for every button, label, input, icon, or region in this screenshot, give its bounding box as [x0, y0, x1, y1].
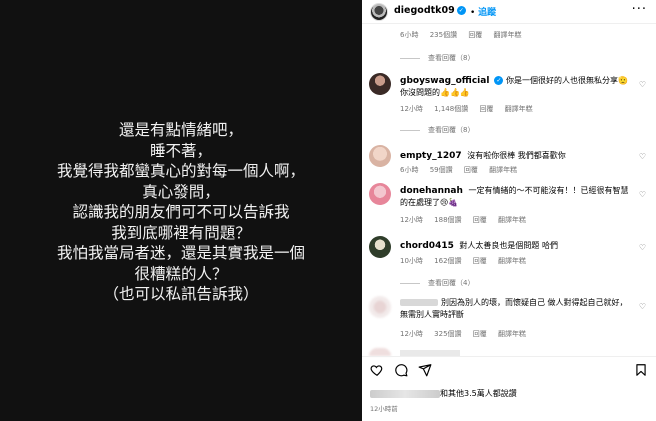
view-replies-label[interactable]: 查看回覆（8）	[428, 54, 474, 62]
comment-likes[interactable]: 325個讚	[434, 330, 461, 338]
translate-button[interactable]: 翻譯年糕	[489, 166, 517, 174]
heart-icon[interactable]	[370, 363, 384, 377]
follow-button[interactable]: • 追蹤	[470, 5, 496, 18]
action-bar	[362, 356, 656, 380]
comment-icon[interactable]	[394, 363, 408, 377]
reply-button[interactable]: 回覆	[468, 31, 482, 39]
comment-meta: 6小時 59個讚 回覆 翻譯年糕	[400, 165, 526, 175]
comment-panel: diegodtk09 ✓ • 追蹤 ··· 6小時 235個讚 回覆 翻譯年糕 查…	[362, 0, 656, 421]
comment-username[interactable]: empty_1207	[400, 151, 462, 161]
view-replies-button[interactable]: 查看回覆（4）	[400, 278, 474, 288]
verified-icon: ✓	[456, 6, 466, 15]
like-comment-icon[interactable]: ♡	[639, 302, 646, 311]
view-replies-button[interactable]: 查看回覆（8）	[400, 53, 474, 63]
translate-button[interactable]: 翻譯年糕	[498, 216, 526, 224]
comment-likes[interactable]: 188個讚	[434, 216, 461, 224]
likes-summary-text[interactable]: 和其他3.5萬人都說讚	[440, 389, 517, 398]
comment-time: 12小時	[400, 330, 423, 338]
blurred-liker-names	[370, 389, 440, 398]
comment-likes[interactable]: 59個讚	[430, 166, 453, 174]
post-line: 很糟糕的人？	[134, 264, 228, 283]
follow-label[interactable]: 追蹤	[478, 8, 496, 18]
comment-body: chord0415 對人太善良也是個問題 哈們	[400, 240, 632, 252]
comment-time: 6小時	[400, 31, 419, 39]
comment-body: empty_1207 沒有啦你很棒 我們都喜歡你	[400, 150, 632, 162]
comment-time: 12小時	[400, 216, 423, 224]
post-image: 還是有點情緒吧， 睡不著， 我覺得我都蠻真心的對每一個人啊， 真心發問， 認識我…	[0, 0, 362, 421]
avatar[interactable]	[369, 296, 391, 318]
more-options-icon[interactable]: ···	[632, 2, 647, 17]
avatar	[369, 348, 391, 356]
comment-likes[interactable]: 235個讚	[430, 31, 457, 39]
reply-button[interactable]: 回覆	[464, 166, 478, 174]
comment-meta: 12小時 188個讚 回覆 翻譯年糕	[400, 215, 535, 225]
avatar[interactable]	[369, 73, 391, 95]
blurred-username	[400, 299, 438, 306]
post-caption-text: 還是有點情緒吧， 睡不著， 我覺得我都蠻真心的對每一個人啊， 真心發問， 認識我…	[57, 120, 305, 305]
post-line: 我覺得我都蠻真心的對每一個人啊，	[56, 162, 305, 181]
view-replies-label[interactable]: 查看回覆（8）	[428, 126, 474, 134]
divider	[400, 282, 420, 284]
view-replies-button[interactable]: 查看回覆（8）	[400, 125, 474, 135]
comment-body: donehannah 一定有情緒的～不可能沒有！！已經很有智慧的在處理了😢🍇	[400, 185, 632, 209]
comment-time: 12小時	[400, 105, 423, 113]
post-header: diegodtk09 ✓ • 追蹤 ···	[362, 0, 656, 24]
like-comment-icon[interactable]: ♡	[639, 243, 646, 252]
comment-username[interactable]: chord0415	[400, 241, 454, 251]
comment-meta: 12小時 325個讚 回覆 翻譯年糕	[400, 329, 535, 339]
comment-body: gboyswag_official ✓ 你是一個很好的人也很無私分享🫡 你沒問題的…	[400, 75, 632, 99]
divider	[400, 129, 420, 131]
like-comment-icon[interactable]: ♡	[639, 80, 646, 89]
avatar[interactable]	[369, 236, 391, 258]
dot-separator: •	[470, 8, 479, 18]
share-icon[interactable]	[418, 363, 432, 377]
comment-text: 對人太善良也是個問題 哈們	[459, 241, 558, 250]
comment-meta: 10小時 162個讚 回覆 翻譯年糕	[400, 256, 535, 266]
reply-button[interactable]: 回覆	[473, 257, 487, 265]
translate-button[interactable]: 翻譯年糕	[494, 31, 522, 39]
comment-username[interactable]: gboyswag_official	[400, 76, 489, 86]
divider	[400, 57, 420, 59]
post-line: 認識我的朋友們可不可以告訴我	[72, 203, 290, 222]
bookmark-icon[interactable]	[634, 363, 648, 377]
post-line: （也可以私訊告訴我）	[103, 285, 259, 304]
comment-time: 6小時	[400, 166, 419, 174]
comment-text: 沒有啦你很棒 我們都喜歡你	[467, 151, 566, 160]
comment-time: 10小時	[400, 257, 423, 265]
reply-button[interactable]: 回覆	[473, 216, 487, 224]
comment-likes[interactable]: 162個讚	[434, 257, 461, 265]
like-comment-icon[interactable]: ♡	[639, 190, 646, 199]
avatar[interactable]	[370, 3, 388, 21]
reply-button[interactable]: 回覆	[473, 330, 487, 338]
comment-meta: 6小時 235個讚 回覆 翻譯年糕	[400, 30, 531, 40]
username-text[interactable]: diegodtk09	[394, 5, 455, 16]
comment-username[interactable]: donehannah	[400, 186, 463, 196]
comment-meta: 12小時 1,148個讚 回覆 翻譯年糕	[400, 104, 542, 114]
reply-button[interactable]: 回覆	[479, 105, 493, 113]
post-line: 真心發問，	[142, 182, 220, 201]
translate-button[interactable]: 翻譯年糕	[505, 105, 533, 113]
view-replies-label[interactable]: 查看回覆（4）	[428, 279, 474, 287]
post-line: 我怕我當局者迷，還是其實我是一個	[56, 244, 305, 263]
post-line: 還是有點情緒吧，	[118, 121, 243, 140]
comment-likes[interactable]: 1,148個讚	[434, 105, 468, 113]
like-comment-icon[interactable]: ♡	[639, 152, 646, 161]
translate-button[interactable]: 翻譯年糕	[498, 257, 526, 265]
post-line: 我到底哪裡有問題？	[111, 223, 251, 242]
post-timestamp: 12小時前	[370, 405, 398, 413]
post-line: 睡不著，	[149, 141, 212, 160]
translate-button[interactable]: 翻譯年糕	[498, 330, 526, 338]
verified-icon: ✓	[494, 76, 504, 85]
comment-body: 別因為別人的壞，而懷疑自己 做人對得起自己就好，無需別人實時評斷	[400, 297, 632, 321]
likes-summary[interactable]: 和其他3.5萬人都說讚	[370, 388, 517, 399]
avatar[interactable]	[369, 145, 391, 167]
header-username[interactable]: diegodtk09 ✓	[394, 5, 466, 16]
avatar[interactable]	[369, 183, 391, 205]
